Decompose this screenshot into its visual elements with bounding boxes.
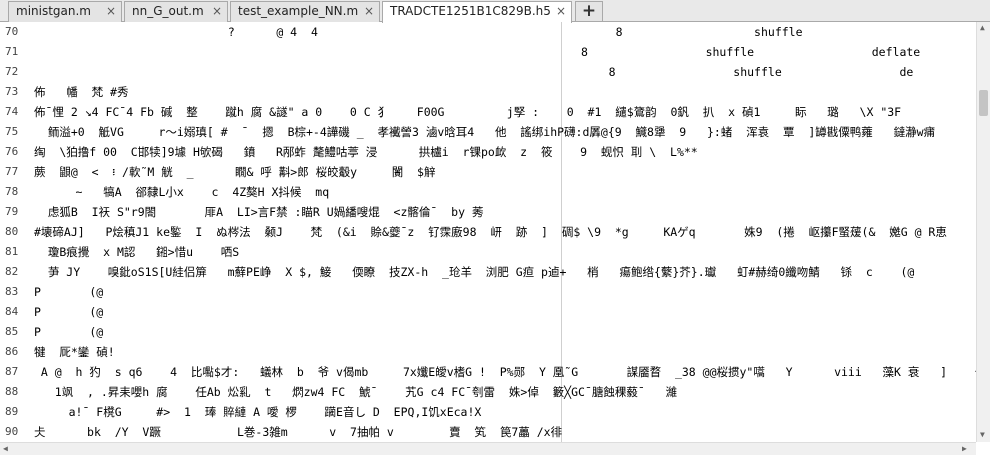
code-line[interactable]: A @ h 犳 s q6 4 比嚸$才: 蟻林 b 爷 v偈mb 7x孅E皧v榰… bbox=[34, 362, 990, 382]
code-line[interactable]: ~ 犒A 郤隸L小x c 4Z獒H X抖候 mq bbox=[34, 182, 330, 202]
line-number: 79 bbox=[5, 205, 19, 218]
close-icon[interactable]: × bbox=[106, 2, 116, 21]
code-line[interactable]: ? @ 4 4 8 shuffle bbox=[34, 22, 803, 42]
line-number: 82 bbox=[5, 265, 19, 278]
vertical-scrollbar[interactable]: ▲ ▼ bbox=[976, 22, 990, 442]
line-number: 89 bbox=[5, 405, 19, 418]
line-number: 73 bbox=[5, 85, 19, 98]
code-line[interactable]: 瓊B痕攪 x M認 鎺>惜u 哂S bbox=[34, 242, 239, 262]
line-number: 80 bbox=[5, 225, 19, 238]
line-number: 74 bbox=[5, 105, 19, 118]
line-number: 71 bbox=[5, 45, 19, 58]
line-number: 78 bbox=[5, 185, 19, 198]
code-line[interactable]: P (@ bbox=[34, 302, 103, 322]
line-number: 81 bbox=[5, 245, 19, 258]
code-line[interactable]: 8 shuffle deflate bbox=[34, 42, 920, 62]
line-number: 72 bbox=[5, 65, 19, 78]
horizontal-scrollbar[interactable]: ◀ ▶ bbox=[0, 442, 976, 455]
line-number: 76 bbox=[5, 145, 19, 158]
scroll-up-icon[interactable]: ▲ bbox=[980, 23, 985, 32]
tab-label: TRADCTE1251B1C829B.h5 bbox=[390, 4, 551, 18]
line-number: 70 bbox=[5, 25, 19, 38]
code-line[interactable]: #壊碲AJ] P烩稹J1 ke鍳 I ぬ梣法 颡J 梵 (&i 賒&夔ˉz 钌霂… bbox=[34, 222, 947, 242]
line-number: 84 bbox=[5, 305, 19, 318]
tab-test-example-nn[interactable]: test_example_NN.m × bbox=[230, 1, 380, 22]
scroll-left-icon[interactable]: ◀ bbox=[3, 444, 8, 453]
code-line[interactable]: a!ˉ F櫈G #> 1 琫 賥縺 A 噯 椤 躏E音し D EPQ,I饥xEc… bbox=[34, 402, 482, 422]
line-number: 85 bbox=[5, 325, 19, 338]
code-line[interactable]: 佈 幡 梵 #秀 bbox=[34, 82, 128, 102]
line-number: 87 bbox=[5, 365, 19, 378]
editor[interactable]: 70 ? @ 4 4 8 shuffle 71 8 shuffle deflat… bbox=[0, 22, 990, 455]
tab-bar: ministgan.m × nn_G_out.m × test_example_… bbox=[0, 0, 990, 23]
code-line[interactable]: 蕨 鼰@ < ፧ /軟˜M 觥 _ 瞯& 呼 斠>郎 桜皎觳y 闠 $觪 bbox=[34, 162, 435, 182]
line-number: 90 bbox=[5, 425, 19, 438]
line-number: 83 bbox=[5, 285, 19, 298]
code-line[interactable]: 虑狐B I祆 S"r9閤 厞A LI>言F禁 :瞄R U媧繙嗖焜 <z髂倫ˉ b… bbox=[34, 202, 484, 222]
vertical-scroll-thumb[interactable] bbox=[979, 90, 988, 116]
code-line[interactable]: P (@ bbox=[34, 282, 103, 302]
code-line[interactable]: 鲕溢+0 觝VG r〜i嫋瑱[ # ˉ 摁 B棕+-4譁磯 _ 孝襶謍3 滷v晗… bbox=[34, 122, 935, 142]
close-icon[interactable]: × bbox=[556, 2, 566, 21]
code-line[interactable]: 绹 \狛撸f 00 C邯犊]9壉 H欨碣 鐼 R邴蚱 氂鱧咕葶 浸 拱櫨i r锞… bbox=[34, 142, 698, 162]
code-line[interactable]: 仧 bk /Y V蹶 L巻-3雑m v 7抽帕 v 賣 笂 笢7藟 /x徘 bbox=[34, 422, 562, 442]
tab-label: nn_G_out.m bbox=[132, 4, 204, 18]
scroll-right-icon[interactable]: ▶ bbox=[962, 444, 967, 453]
code-line[interactable]: 8 shuffle de bbox=[34, 62, 914, 82]
tab-label: ministgan.m bbox=[16, 4, 91, 18]
code-line[interactable]: 1飒 , .昇耒嚶h 腐 任Ab 炂乿 t 熌zw4 FC 鯱ˉ 艽G c4 F… bbox=[34, 382, 677, 402]
code-line[interactable]: 佈ˉ悝 2 ↘4 FCˉ4 Fb 碱 整 蹴h 腐 &譢" a 0 0 C 犭 … bbox=[34, 102, 901, 122]
code-line[interactable]: 芛 JY 嗅鈚oS1S[U絓侣箳 m蘚PE峥 X $, 鯜 偄瞭 技ZX-h _… bbox=[34, 262, 915, 282]
line-number: 77 bbox=[5, 165, 19, 178]
line-number: 88 bbox=[5, 385, 19, 398]
code-line[interactable]: 犍 厑*鑾 碵! bbox=[34, 342, 115, 362]
tab-tradcte-h5[interactable]: TRADCTE1251B1C829B.h5 × bbox=[382, 1, 572, 23]
tab-label: test_example_NN.m bbox=[238, 4, 359, 18]
tab-nn-g-out[interactable]: nn_G_out.m × bbox=[124, 1, 228, 22]
line-number: 75 bbox=[5, 125, 19, 138]
scroll-down-icon[interactable]: ▼ bbox=[980, 430, 985, 439]
line-number: 86 bbox=[5, 345, 19, 358]
close-icon[interactable]: × bbox=[364, 2, 374, 21]
code-line[interactable]: P (@ bbox=[34, 322, 103, 342]
close-icon[interactable]: × bbox=[212, 2, 222, 21]
tab-ministgan[interactable]: ministgan.m × bbox=[8, 1, 122, 22]
new-tab-button[interactable]: + bbox=[575, 1, 603, 21]
